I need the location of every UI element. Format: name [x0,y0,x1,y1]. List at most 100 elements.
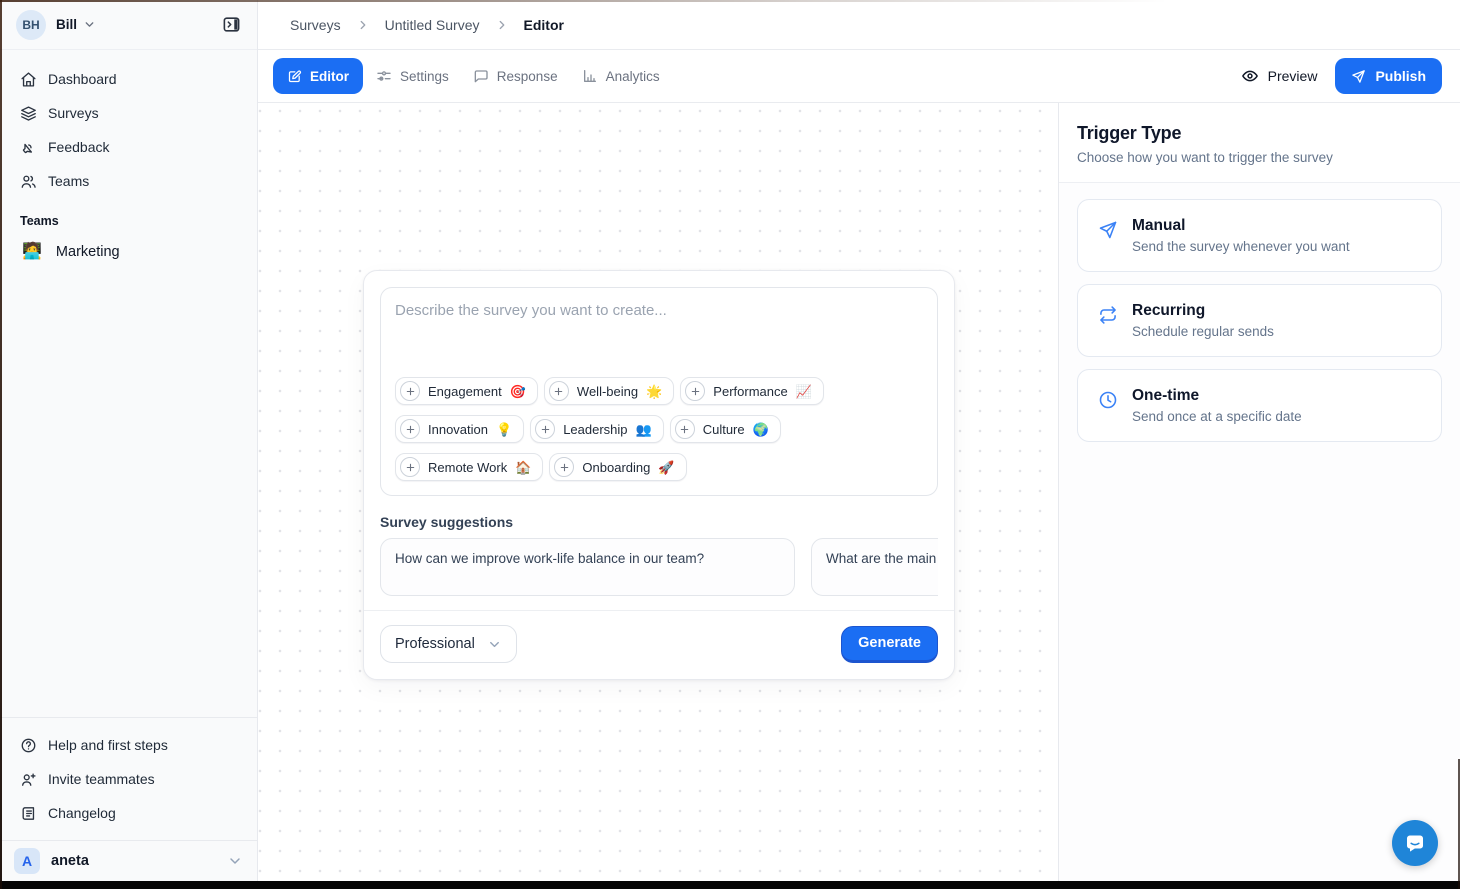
survey-description-input[interactable] [395,302,923,372]
chip-emoji: 🌟 [646,385,662,398]
plus-icon [400,419,420,439]
topic-chip-innovation[interactable]: Innovation 💡 [395,415,524,443]
chip-label: Remote Work [428,460,507,475]
chevron-down-icon[interactable] [227,853,243,869]
tone-selected-value: Professional [395,636,475,652]
trigger-option-title: One-time [1132,387,1302,405]
chip-label: Culture [703,422,745,437]
sidebar-item-label: Changelog [48,805,116,821]
sidebar-item-invite[interactable]: Invite teammates [12,762,245,796]
sidebar-item-help[interactable]: Help and first steps [12,728,245,762]
eye-icon [1241,67,1259,85]
tab-settings[interactable]: Settings [365,58,460,94]
main-column: Surveys Untitled Survey Editor Editor [258,0,1460,881]
publish-label: Publish [1375,68,1426,84]
sidebar-item-changelog[interactable]: Changelog [12,796,245,830]
sidebar-item-label: Feedback [48,139,109,155]
suggestion-card[interactable]: How can we improve work-life balance in … [380,538,795,596]
chip-label: Well-being [577,384,638,399]
tab-editor[interactable]: Editor [273,58,363,94]
breadcrumb: Surveys Untitled Survey Editor [258,0,1460,50]
repeat-icon [1098,305,1118,339]
sidebar-nav: Dashboard Surveys Feedback Teams [0,50,257,270]
chevron-right-icon [495,18,509,32]
chip-emoji: 🎯 [510,385,526,398]
trigger-option-text: Recurring Schedule regular sends [1132,302,1274,339]
layers-icon [20,105,37,122]
send-icon [1098,220,1118,254]
topic-chip-leadership[interactable]: Leadership 👥 [530,415,664,443]
suggestion-card[interactable]: What are the main ob [811,538,938,596]
tab-response[interactable]: Response [462,58,569,94]
editor-canvas[interactable]: Engagement 🎯 Well-being 🌟 Performance [258,103,1058,881]
sidebar-collapse-button[interactable] [217,11,245,39]
generate-button[interactable]: Generate [841,626,938,663]
team-name: Marketing [56,244,120,260]
chevron-down-icon [83,18,96,31]
topic-chip-engagement[interactable]: Engagement 🎯 [395,377,538,405]
user-menu[interactable]: A aneta [0,840,257,881]
breadcrumb-surveys[interactable]: Surveys [290,17,341,33]
trigger-option-description: Schedule regular sends [1132,324,1274,339]
tab-label: Settings [400,69,449,84]
topic-chip-well-being[interactable]: Well-being 🌟 [544,377,674,405]
topic-chip-culture[interactable]: Culture 🌍 [670,415,781,443]
trigger-type-panel: Trigger Type Choose how you want to trig… [1058,103,1460,881]
trigger-option-one-time[interactable]: One-time Send once at a specific date [1077,369,1442,442]
tab-analytics[interactable]: Analytics [571,58,671,94]
preview-label: Preview [1268,68,1318,84]
sidebar-spacer [0,270,257,717]
publish-button[interactable]: Publish [1335,58,1442,94]
breadcrumb-editor: Editor [524,17,564,33]
topic-chip-remote-work[interactable]: Remote Work 🏠 [395,453,543,481]
chip-emoji: 👥 [636,423,652,436]
chip-emoji: 🚀 [658,461,674,474]
megaphone-icon [20,139,37,156]
suggestions-row: How can we improve work-life balance in … [380,538,938,596]
help-circle-icon [20,737,37,754]
chip-emoji: 📈 [796,385,812,398]
chip-emoji: 💡 [496,423,512,436]
trigger-option-recurring[interactable]: Recurring Schedule regular sends [1077,284,1442,357]
sidebar-team-marketing[interactable]: 🧑‍💻 Marketing [12,234,245,270]
trigger-option-description: Send once at a specific date [1132,409,1302,424]
topic-chip-onboarding[interactable]: Onboarding 🚀 [549,453,686,481]
tab-label: Analytics [606,69,660,84]
topic-chip-performance[interactable]: Performance 📈 [680,377,824,405]
trigger-option-text: One-time Send once at a specific date [1132,387,1302,424]
suggestions-label: Survey suggestions [380,514,938,530]
chip-label: Performance [713,384,787,399]
preview-button[interactable]: Preview [1241,67,1318,85]
chevron-right-icon [356,18,370,32]
chip-emoji: 🌍 [753,423,769,436]
tab-label: Editor [310,69,349,84]
workspace-switcher[interactable]: BH Bill [0,0,257,50]
sidebar-item-teams[interactable]: Teams [12,164,245,198]
plus-icon [554,457,574,477]
chip-label: Innovation [428,422,488,437]
plus-icon [400,381,420,401]
survey-composer-card: Engagement 🎯 Well-being 🌟 Performance [363,270,955,680]
trigger-panel-header: Trigger Type Choose how you want to trig… [1059,103,1460,183]
sidebar-item-label: Invite teammates [48,771,155,787]
chat-bubble-icon [1403,831,1427,855]
sidebar-item-dashboard[interactable]: Dashboard [12,62,245,96]
sidebar-item-surveys[interactable]: Surveys [12,96,245,130]
message-icon [473,68,489,84]
breadcrumb-untitled-survey[interactable]: Untitled Survey [385,17,480,33]
trigger-option-description: Send the survey whenever you want [1132,239,1350,254]
workspace: Engagement 🎯 Well-being 🌟 Performance [258,103,1460,881]
topic-chips: Engagement 🎯 Well-being 🌟 Performance [395,377,923,481]
chip-label: Onboarding [582,460,650,475]
trigger-option-title: Manual [1132,217,1350,235]
trigger-options: Manual Send the survey whenever you want… [1059,183,1460,458]
chip-label: Leadership [563,422,627,437]
edit-icon [287,69,302,84]
tone-select[interactable]: Professional [380,625,517,663]
trigger-option-manual[interactable]: Manual Send the survey whenever you want [1077,199,1442,272]
prompt-box[interactable]: Engagement 🎯 Well-being 🌟 Performance [380,287,938,496]
chat-launcher-button[interactable] [1392,820,1438,866]
sidebar-item-feedback[interactable]: Feedback [12,130,245,164]
changelog-icon [20,805,37,822]
trigger-option-title: Recurring [1132,302,1274,320]
